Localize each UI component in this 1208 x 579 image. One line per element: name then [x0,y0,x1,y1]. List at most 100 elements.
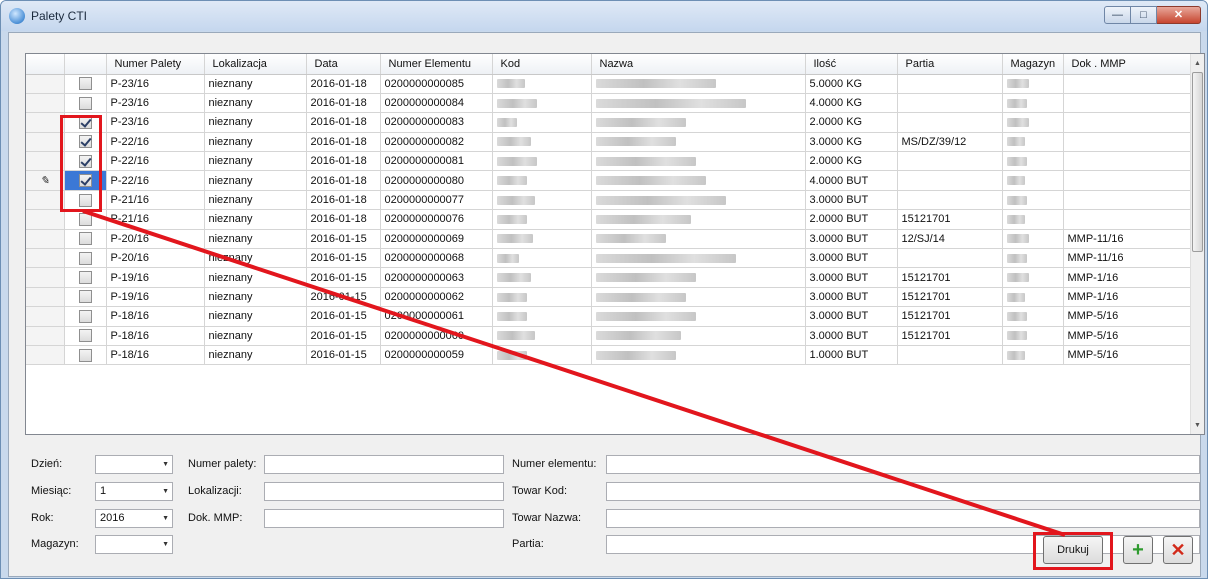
cell-ilosc[interactable]: 5.0000 KG [805,74,898,94]
cell-dok-mmp[interactable] [1063,112,1193,133]
row-checkbox-cell[interactable] [64,345,107,366]
row-checkbox-cell[interactable] [64,170,107,191]
cell-nazwa[interactable] [591,170,806,191]
cell-nazwa[interactable] [591,151,806,172]
row-header[interactable] [26,132,65,153]
cell-numer-palety[interactable]: P-23/16 [106,93,205,114]
table-row[interactable]: P-23/16 nieznany 2016-01-18 0200000000083 2.… [26,112,1193,133]
cell-lokalizacja[interactable]: nieznany [204,170,307,191]
cell-dok-mmp[interactable] [1063,151,1193,172]
table-row[interactable]: ✎ P-22/16 nieznany 2016-01-18 0200000000080 4… [26,170,1193,191]
cell-numer-elementu[interactable]: 0200000000080 [380,170,493,191]
cell-numer-elementu[interactable]: 0200000000076 [380,209,493,230]
cell-kod[interactable] [492,132,592,153]
table-row[interactable]: P-18/16 nieznany 2016-01-15 0200000000059 1.… [26,345,1193,366]
cell-lokalizacja[interactable]: nieznany [204,190,307,211]
towar-nazwa-input[interactable] [606,509,1200,528]
cell-numer-elementu[interactable]: 0200000000083 [380,112,493,133]
cell-ilosc[interactable]: 3.0000 BUT [805,229,898,250]
numer-elementu-input[interactable] [606,455,1200,474]
cell-partia[interactable]: 15121701 [897,326,1003,346]
cell-kod[interactable] [492,209,592,230]
cancel-button[interactable]: ✕ [1163,536,1193,564]
cell-numer-palety[interactable]: P-22/16 [106,151,205,172]
table-row[interactable]: P-22/16 nieznany 2016-01-18 0200000000081 2.… [26,151,1193,172]
row-checkbox[interactable] [78,174,92,188]
cell-ilosc[interactable]: 3.0000 BUT [805,287,898,308]
cell-ilosc[interactable]: 3.0000 KG [805,132,898,153]
cell-nazwa[interactable] [591,248,806,269]
col-header-check[interactable] [64,54,107,75]
cell-dok-mmp[interactable]: MMP-5/16 [1063,326,1193,346]
cell-lokalizacja[interactable]: nieznany [204,112,307,133]
cell-data[interactable]: 2016-01-18 [306,112,381,133]
cell-ilosc[interactable]: 2.0000 KG [805,112,898,133]
cell-numer-elementu[interactable]: 0200000000060 [380,326,493,346]
cell-numer-palety[interactable]: P-18/16 [106,306,205,327]
cell-dok-mmp[interactable]: MMP-1/16 [1063,287,1193,308]
cell-data[interactable]: 2016-01-15 [306,306,381,327]
cell-numer-palety[interactable]: P-21/16 [106,209,205,230]
cell-nazwa[interactable] [591,112,806,133]
cell-magazyn[interactable] [1002,248,1064,269]
cell-kod[interactable] [492,74,592,94]
cell-dok-mmp[interactable] [1063,74,1193,94]
cell-partia[interactable] [897,151,1003,172]
cell-kod[interactable] [492,190,592,211]
close-window-button[interactable]: ✕ [1157,6,1201,24]
cell-dok-mmp[interactable] [1063,209,1193,230]
cell-kod[interactable] [492,112,592,133]
cell-lokalizacja[interactable]: nieznany [204,151,307,172]
cell-magazyn[interactable] [1002,190,1064,211]
cell-partia[interactable]: 15121701 [897,306,1003,327]
drukuj-button[interactable]: Drukuj [1043,536,1103,564]
cell-data[interactable]: 2016-01-18 [306,190,381,211]
row-checkbox-cell[interactable] [64,306,107,327]
dzien-select[interactable]: ▼ [95,455,173,474]
row-header[interactable] [26,345,65,366]
cell-magazyn[interactable] [1002,151,1064,172]
cell-numer-palety[interactable]: P-18/16 [106,326,205,346]
table-row[interactable]: P-21/16 nieznany 2016-01-18 0200000000077 3.… [26,190,1193,211]
cell-lokalizacja[interactable]: nieznany [204,209,307,230]
cell-numer-elementu[interactable]: 0200000000061 [380,306,493,327]
row-checkbox-cell[interactable] [64,229,107,250]
cell-numer-palety[interactable]: P-23/16 [106,74,205,94]
miesiac-select[interactable]: 1 ▼ [95,482,173,501]
row-checkbox[interactable] [78,115,92,129]
row-header[interactable]: ✎ [26,170,65,191]
row-header[interactable] [26,93,65,114]
cell-numer-palety[interactable]: P-20/16 [106,248,205,269]
cell-data[interactable]: 2016-01-15 [306,248,381,269]
cell-data[interactable]: 2016-01-15 [306,345,381,366]
cell-numer-elementu[interactable]: 0200000000085 [380,74,493,94]
cell-nazwa[interactable] [591,93,806,114]
cell-data[interactable]: 2016-01-18 [306,170,381,191]
cell-numer-palety[interactable]: P-18/16 [106,345,205,366]
towar-kod-input[interactable] [606,482,1200,501]
cell-dok-mmp[interactable] [1063,170,1193,191]
row-checkbox[interactable] [78,193,92,207]
row-checkbox-cell[interactable] [64,132,107,153]
cell-numer-palety[interactable]: P-22/16 [106,132,205,153]
cell-numer-palety[interactable]: P-21/16 [106,190,205,211]
row-header[interactable] [26,209,65,230]
scroll-down-button[interactable]: ▼ [1191,417,1204,433]
cell-partia[interactable]: MS/DZ/39/12 [897,132,1003,153]
cell-nazwa[interactable] [591,287,806,308]
cell-dok-mmp[interactable] [1063,132,1193,153]
cell-kod[interactable] [492,326,592,346]
cell-nazwa[interactable] [591,229,806,250]
row-checkbox[interactable] [78,212,92,226]
col-header-magazyn[interactable]: Magazyn [1002,54,1064,75]
col-header-kod[interactable]: Kod [492,54,592,75]
cell-ilosc[interactable]: 4.0000 KG [805,93,898,114]
cell-ilosc[interactable]: 3.0000 BUT [805,248,898,269]
cell-magazyn[interactable] [1002,345,1064,366]
cell-data[interactable]: 2016-01-15 [306,229,381,250]
magazyn-select[interactable]: ▼ [95,535,173,554]
row-checkbox[interactable] [78,329,92,343]
cell-data[interactable]: 2016-01-18 [306,132,381,153]
row-checkbox[interactable] [78,290,92,304]
cell-lokalizacja[interactable]: nieznany [204,248,307,269]
